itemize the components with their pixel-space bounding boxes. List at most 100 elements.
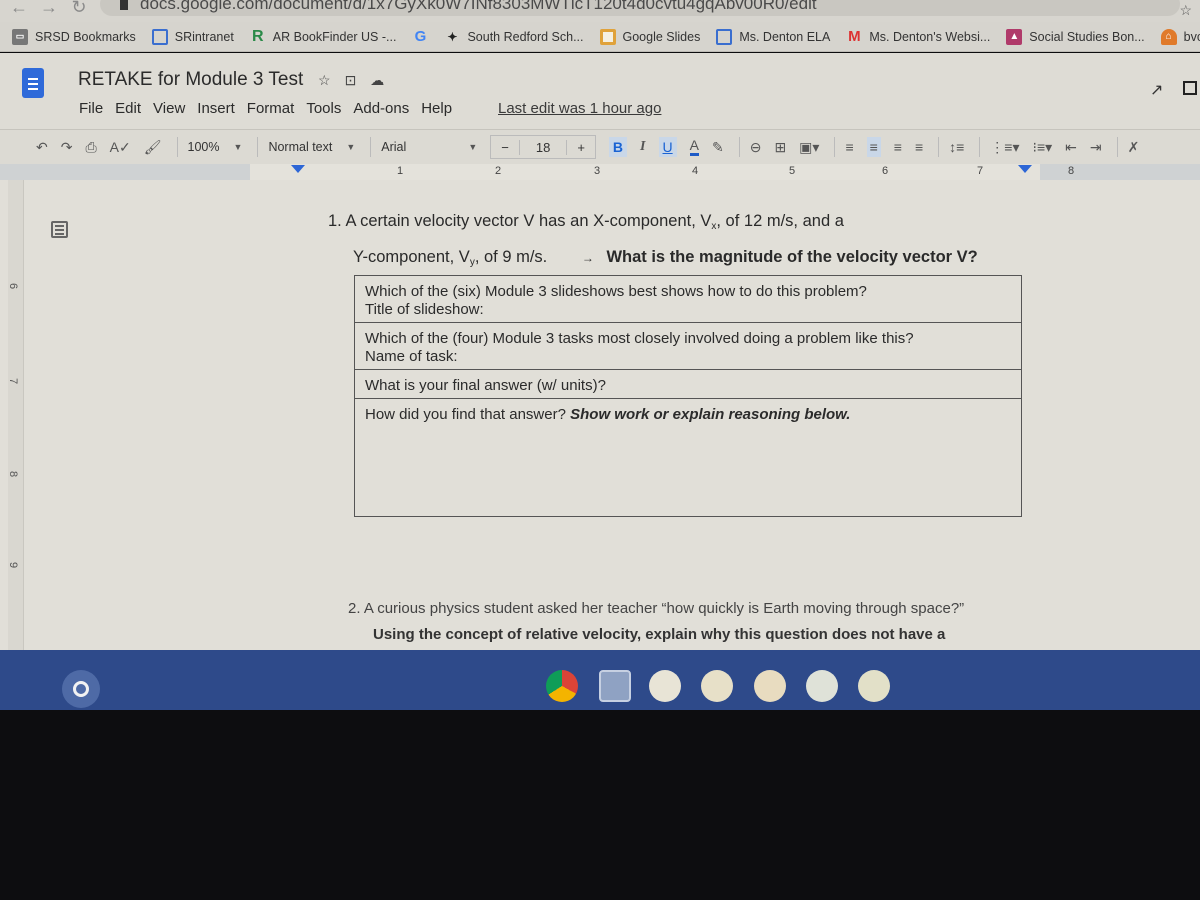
ruler-mark: 6 — [7, 282, 20, 290]
forward-icon[interactable]: → — [36, 0, 62, 18]
cell-question: What is your final answer (w/ units)? — [365, 377, 606, 394]
justify-icon[interactable]: ≡ — [915, 139, 923, 155]
comment-icon[interactable]: ⊞ — [774, 139, 786, 156]
decrease-font-size-button[interactable]: − — [491, 140, 519, 155]
ruler-mark: 2 — [495, 165, 502, 177]
reload-icon[interactable]: ↻ — [66, 0, 92, 18]
question-text: , of 12 m/s, and a — [716, 212, 844, 230]
font-size-input[interactable]: 18 — [518, 139, 568, 155]
contact-icon: ▲ — [1006, 28, 1023, 45]
text-color-button[interactable]: A — [689, 138, 699, 156]
bookmark-srsd[interactable]: ▭ SRSD Bookmarks — [12, 28, 136, 45]
horizontal-ruler[interactable]: 1 2 3 4 5 6 7 8 — [0, 164, 1200, 180]
docs-icon[interactable] — [806, 670, 838, 702]
bookmark-google[interactable]: G — [412, 28, 428, 45]
menu-insert[interactable]: Insert — [197, 100, 235, 117]
browser-toolbar: ← → ↻ docs.google.com/document/d/1x7GyXk… — [0, 0, 1200, 22]
question-1: 1. A certain velocity vector V has an X-… — [328, 206, 978, 278]
question-prompt: What is the magnitude of the velocity ve… — [606, 248, 978, 266]
right-indent-marker[interactable] — [1018, 165, 1032, 173]
vertical-ruler[interactable]: 6 7 8 9 — [7, 180, 24, 650]
table-cell[interactable]: Which of the (four) Module 3 tasks most … — [354, 322, 1022, 370]
table-cell[interactable]: What is your final answer (w/ units)? — [354, 369, 1022, 399]
style-select[interactable]: Normal text ▼ — [268, 140, 355, 154]
image-icon[interactable]: ▣▾ — [799, 139, 819, 156]
bookmark-ms-denton-ela[interactable]: Ms. Denton ELA — [716, 28, 830, 45]
bulleted-list-icon[interactable]: ⁝≡▾ — [1033, 139, 1053, 156]
comments-icon[interactable] — [1183, 81, 1197, 95]
spellcheck-icon[interactable]: A✓ — [110, 139, 131, 156]
zoom-select[interactable]: 100% ▼ — [188, 140, 243, 154]
align-right-icon[interactable]: ≡ — [894, 139, 902, 155]
table-cell[interactable]: How did you find that answer? Show work … — [354, 398, 1022, 517]
question-number: 2. — [348, 600, 361, 617]
last-edit-link[interactable]: Last edit was 1 hour ago — [498, 100, 661, 117]
docs-logo-icon[interactable] — [22, 68, 44, 98]
bookmark-google-slides[interactable]: Google Slides — [599, 28, 700, 45]
app-icon[interactable] — [858, 670, 890, 702]
redo-icon[interactable]: ↷ — [61, 139, 73, 156]
classroom-icon[interactable] — [701, 670, 733, 702]
bookmark-ar-bookfinder[interactable]: R AR BookFinder US -... — [250, 28, 396, 45]
menu-view[interactable]: View — [153, 100, 185, 117]
bookmark-ms-denton-website[interactable]: M Ms. Denton's Websi... — [846, 28, 991, 45]
cloud-saved-icon[interactable]: ☁ — [370, 72, 384, 89]
bookmark-label: South Redford Sch... — [467, 29, 584, 44]
line-spacing-icon[interactable]: ↕≡ — [949, 139, 964, 155]
cell-label: Name of task: — [365, 348, 458, 365]
question-number: 1. — [328, 212, 342, 230]
bookmark-south-redford[interactable]: ✦ South Redford Sch... — [444, 29, 583, 45]
back-icon[interactable]: ← — [6, 0, 32, 18]
highlight-icon[interactable]: ✎ — [712, 139, 724, 156]
left-indent-marker[interactable] — [291, 165, 305, 173]
menu-edit[interactable]: Edit — [115, 100, 141, 117]
paint-format-icon[interactable]: 🖌 — [144, 139, 162, 156]
link-icon[interactable]: ⊖ — [750, 139, 762, 156]
decrease-indent-icon[interactable]: ⇤ — [1065, 139, 1077, 156]
align-left-icon[interactable]: ≡ — [845, 139, 853, 155]
launcher-button[interactable] — [62, 670, 100, 708]
bookmark-srintranet[interactable]: SRintranet — [151, 28, 234, 45]
bookmark-label: bvc5x8 — [1183, 29, 1200, 44]
underline-button[interactable]: U — [658, 137, 677, 157]
bookmark-social-studies[interactable]: ▲ Social Studies Bon... — [1006, 28, 1145, 45]
ruler-mark: 8 — [1068, 165, 1075, 177]
font-size-stepper: − 18 + — [490, 135, 596, 159]
bookmark-star-icon[interactable]: ☆ — [1179, 2, 1192, 19]
bookmark-label: Ms. Denton's Websi... — [869, 29, 991, 44]
document-outline-icon[interactable] — [51, 221, 68, 238]
address-bar[interactable]: docs.google.com/document/d/1x7GyXk0W7INf… — [100, 0, 1180, 16]
star-icon[interactable]: ☆ — [318, 72, 331, 89]
ruler-mark: 7 — [977, 165, 984, 177]
activity-dashboard-icon[interactable]: ↗ — [1150, 80, 1163, 100]
clear-formatting-icon[interactable]: ✗ — [1128, 139, 1140, 156]
bold-button[interactable]: B — [608, 137, 628, 157]
move-folder-icon[interactable]: ⊡ — [345, 72, 357, 89]
menu-format[interactable]: Format — [247, 100, 295, 117]
print-icon[interactable]: ⎙ — [85, 139, 96, 156]
increase-font-size-button[interactable]: + — [567, 140, 595, 155]
chrome-icon[interactable] — [546, 670, 578, 702]
increase-indent-icon[interactable]: ⇥ — [1090, 139, 1102, 156]
menu-file[interactable]: File — [79, 100, 103, 117]
ruler-mark: 5 — [789, 165, 796, 177]
table-cell[interactable]: Which of the (six) Module 3 slideshows b… — [354, 275, 1022, 323]
divider — [738, 137, 740, 157]
divider — [176, 137, 178, 157]
app-icon[interactable] — [754, 670, 786, 702]
document-title[interactable]: RETAKE for Module 3 Test — [78, 69, 303, 91]
italic-button[interactable]: I — [640, 139, 645, 155]
ruler-mark: 4 — [692, 165, 699, 177]
calculator-icon[interactable] — [649, 670, 681, 702]
cell-instruction: Show work or explain reasoning below. — [570, 406, 851, 423]
chevron-down-icon: ▼ — [468, 142, 478, 152]
menu-addons[interactable]: Add-ons — [353, 100, 409, 117]
numbered-list-icon[interactable]: ⋮≡▾ — [990, 139, 1019, 156]
menu-help[interactable]: Help — [421, 100, 452, 117]
menu-tools[interactable]: Tools — [306, 100, 341, 117]
undo-icon[interactable]: ↶ — [36, 139, 48, 156]
files-icon[interactable] — [599, 670, 631, 702]
bookmark-bvc5x8[interactable]: ⌂ bvc5x8 — [1160, 28, 1200, 45]
align-center-icon[interactable]: ≡ — [866, 137, 881, 157]
font-select[interactable]: Arial ▼ — [381, 140, 477, 154]
